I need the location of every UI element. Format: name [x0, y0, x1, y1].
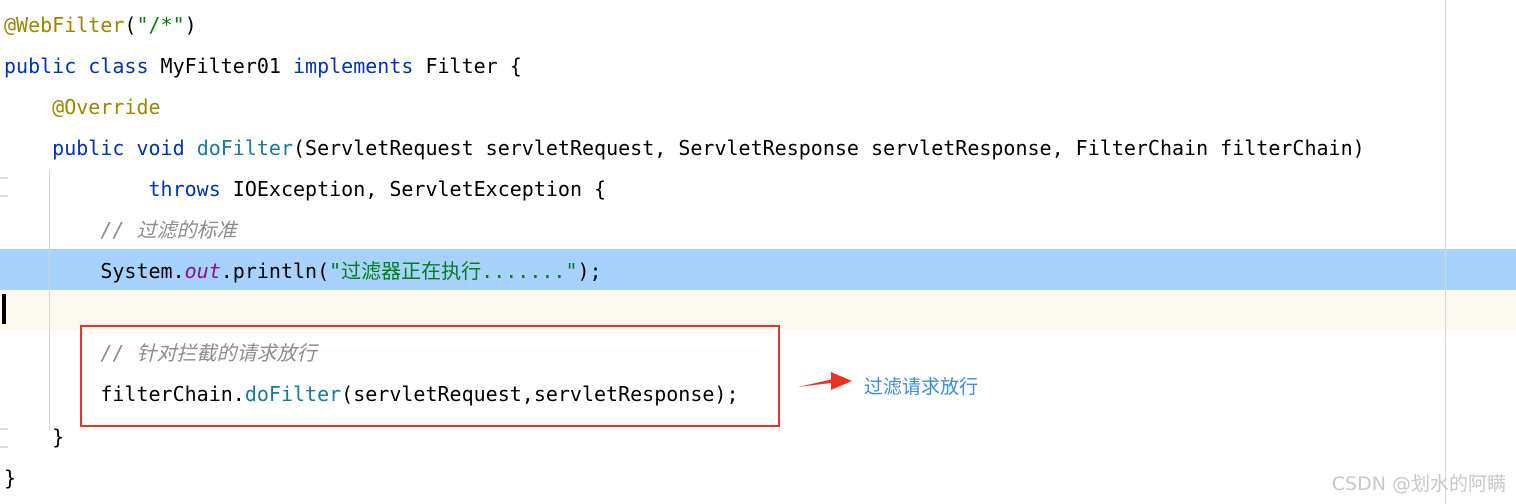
- code-token-keyword: implements: [293, 54, 414, 78]
- code-line-throws[interactable]: throws IOException, ServletException {: [4, 177, 607, 201]
- code-token-annot: @WebFilter: [4, 13, 125, 37]
- code-line-override[interactable]: @Override: [4, 95, 161, 119]
- code-token-plain: );: [577, 259, 602, 283]
- code-token-plain: .println(: [220, 259, 330, 283]
- code-line-comment-standard[interactable]: // 过滤的标准: [4, 218, 236, 242]
- code-token-string: "/*": [136, 13, 185, 37]
- code-line-close-class[interactable]: }: [4, 466, 16, 490]
- code-token-plain: }: [52, 425, 65, 449]
- code-token-comment: // 过滤的标准: [100, 218, 237, 242]
- code-token-keyword: void: [136, 136, 185, 160]
- code-token-plain: MyFilter01: [148, 54, 294, 78]
- annotation-highlight-box: [80, 325, 780, 427]
- code-token-string: "过滤器正在执行.......": [329, 259, 578, 283]
- right-margin-guide: [1445, 0, 1446, 504]
- code-token-keyword: public: [4, 54, 77, 78]
- annotation-arrow-icon: [798, 372, 852, 390]
- code-token-plain: ): [184, 13, 197, 37]
- csdn-watermark: CSDN @划水的阿瞒: [1331, 473, 1506, 495]
- code-token-static: out: [184, 259, 221, 283]
- code-token-keyword: class: [88, 54, 149, 78]
- code-token-plain: Filter {: [413, 54, 522, 78]
- code-token-annot: @Override: [52, 95, 161, 119]
- code-line-dofilter-signature[interactable]: public void doFilter(ServletRequest serv…: [4, 136, 1365, 160]
- code-token-method: doFilter: [196, 136, 294, 160]
- code-token-plain: (ServletRequest servletRequest, ServletR…: [293, 136, 1365, 160]
- code-token-plain: }: [4, 466, 17, 490]
- code-line-close-method[interactable]: }: [4, 425, 64, 449]
- text-caret: [2, 294, 6, 324]
- code-line-webfilter[interactable]: @WebFilter("/*"): [4, 13, 197, 37]
- code-editor-surface[interactable]: @WebFilter("/*") public class MyFilter01…: [0, 0, 1516, 504]
- code-line-println[interactable]: System.out.println("过滤器正在执行.......");: [4, 259, 602, 283]
- code-line-class-decl[interactable]: public class MyFilter01 implements Filte…: [4, 54, 522, 78]
- code-token-keyword: throws: [148, 177, 221, 201]
- annotation-label: 过滤请求放行: [864, 376, 979, 398]
- code-token-plain: System.: [100, 259, 185, 283]
- code-token-keyword: public: [52, 136, 125, 160]
- code-token-plain: IOException, ServletException {: [220, 177, 607, 201]
- code-token-plain: (: [124, 13, 137, 37]
